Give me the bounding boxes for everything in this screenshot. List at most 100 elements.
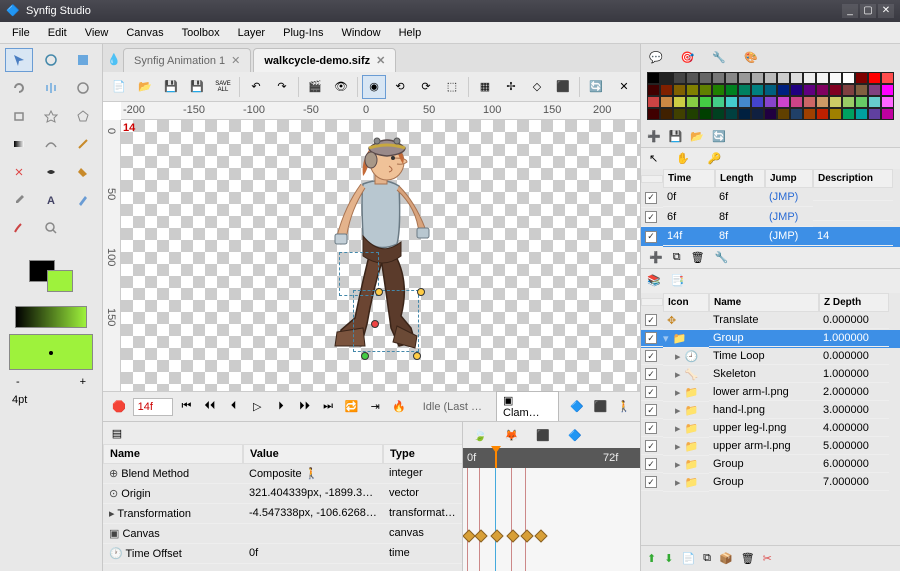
window-maximize-button[interactable]: ▢ (860, 4, 876, 18)
palette-swatch[interactable] (764, 72, 777, 84)
palette-swatch[interactable] (881, 108, 894, 120)
gradient-swatch[interactable] (15, 306, 87, 328)
palette-swatch[interactable] (829, 108, 842, 120)
save-all-button[interactable]: SAVE ALL (211, 75, 235, 99)
record-icon[interactable]: 🛑 (109, 397, 129, 417)
palette-swatch[interactable] (686, 72, 699, 84)
close-icon[interactable]: ✕ (231, 54, 240, 67)
palette-tab-chat-icon[interactable]: 💬 (649, 51, 663, 64)
tool-scale[interactable] (69, 48, 97, 72)
layer-row[interactable]: ▸📁upper leg-l.png4.000000 (641, 420, 900, 438)
expand-icon[interactable]: ▸ (675, 422, 681, 435)
future-onion-button[interactable]: ⟳ (414, 75, 438, 99)
palette-swatch[interactable] (790, 108, 803, 120)
palette-swatch[interactable] (738, 96, 751, 108)
tab-synfig-animation-1[interactable]: Synfig Animation 1 ✕ (123, 48, 251, 72)
layer-visibility-checkbox[interactable] (645, 458, 657, 470)
tab-walkcycle-demo[interactable]: walkcycle-demo.sifz ✕ (253, 48, 396, 72)
layer-row[interactable]: ▾📁Group1.000000 (641, 330, 900, 348)
palette-swatch[interactable] (699, 72, 712, 84)
selection-bbox-2[interactable] (339, 252, 379, 296)
keyframe-checkbox[interactable] (645, 192, 657, 204)
mode-button[interactable]: ⬛ (591, 397, 611, 417)
tool-width[interactable] (37, 160, 65, 184)
palette-swatch[interactable] (868, 108, 881, 120)
layer-row[interactable]: ▸📁hand-l.png3.000000 (641, 402, 900, 420)
window-close-button[interactable]: ✕ (878, 4, 894, 18)
tl-tab-nav-icon[interactable]: ⬛ (536, 429, 550, 442)
tool-text[interactable]: A (37, 188, 65, 212)
expand-icon[interactable]: ▸ (675, 458, 681, 471)
seek-start-button[interactable]: ⏮ (177, 397, 197, 417)
timeline-ruler[interactable]: 0f 72f (463, 448, 640, 468)
palette-swatch[interactable] (712, 96, 725, 108)
palette-swatch[interactable] (712, 108, 725, 120)
keyframe-row[interactable]: 14f8f(JMP)14 (641, 227, 900, 247)
palette-swatch[interactable] (699, 108, 712, 120)
expand-icon[interactable]: ▸ (675, 476, 681, 489)
palette-swatch[interactable] (673, 96, 686, 108)
tool-zoom[interactable] (37, 216, 65, 240)
palette-swatch[interactable] (712, 72, 725, 84)
palette-swatch[interactable] (803, 84, 816, 96)
palette-swatch[interactable] (881, 84, 894, 96)
palette-swatch[interactable] (881, 72, 894, 84)
preview-button[interactable]: 👁 (329, 75, 353, 99)
show-grid-button[interactable]: ▦ (473, 75, 497, 99)
keyframe-row[interactable]: 0f6f(JMP) (641, 188, 900, 208)
nav-button[interactable]: ⬛ (551, 75, 575, 99)
palette-swatch[interactable] (725, 84, 738, 96)
kf-remove-button[interactable]: 🗑 (691, 251, 705, 264)
tool-fill[interactable] (69, 160, 97, 184)
palette-swatch[interactable] (855, 96, 868, 108)
palette-swatch[interactable] (660, 108, 673, 120)
sets-tab-icon[interactable]: 📑 (671, 274, 685, 287)
expand-icon[interactable]: ▸ (675, 368, 681, 381)
palette-swatch[interactable] (764, 108, 777, 120)
menu-plugins[interactable]: Plug-Ins (275, 25, 331, 41)
tool-circle[interactable] (69, 76, 97, 100)
next-frame-button[interactable]: ⏵ (271, 397, 291, 417)
layer-row[interactable]: ▸📁lower arm-l.png2.000000 (641, 384, 900, 402)
palette-save-button[interactable]: 💾 (669, 130, 683, 143)
origin-gizmo[interactable] (361, 352, 369, 360)
layer-dup-button[interactable]: ⧉ (703, 552, 711, 565)
palette-swatch[interactable] (647, 72, 660, 84)
palette-swatch[interactable] (673, 84, 686, 96)
layer-row[interactable]: ▸📁upper arm-l.png5.000000 (641, 438, 900, 456)
layer-visibility-checkbox[interactable] (645, 476, 657, 488)
next-keyframe-button[interactable]: ⏵⏵ (295, 397, 315, 417)
kf-col-desc[interactable]: Description (813, 169, 893, 188)
selection-bbox[interactable] (353, 290, 419, 352)
handle-gizmo[interactable] (417, 288, 425, 296)
palette-default-button[interactable]: 🔄 (712, 130, 726, 143)
layer-row[interactable]: ▸📁Group6.000000 (641, 456, 900, 474)
palette-swatch[interactable] (855, 108, 868, 120)
tool-gradient[interactable] (5, 132, 33, 156)
palette-swatch[interactable] (738, 108, 751, 120)
layer-delete-button[interactable]: 🗑 (741, 552, 755, 565)
palette-swatch[interactable] (699, 84, 712, 96)
palette-swatch[interactable] (777, 108, 790, 120)
layer-visibility-checkbox[interactable] (645, 440, 657, 452)
close-icon[interactable]: ✕ (376, 54, 385, 67)
layer-col-name[interactable]: Name (709, 293, 819, 312)
layer-col-z[interactable]: Z Depth (819, 293, 889, 312)
menu-help[interactable]: Help (391, 25, 430, 41)
palette-swatch[interactable] (829, 84, 842, 96)
kf-hand-icon[interactable]: ✋ (676, 152, 690, 165)
undo-button[interactable]: ↶ (244, 75, 268, 99)
expand-icon[interactable]: ▸ (675, 350, 681, 363)
tool-star[interactable] (37, 104, 65, 128)
palette-swatch[interactable] (647, 84, 660, 96)
prev-keyframe-button[interactable]: ⏴⏴ (200, 397, 220, 417)
keyframe-track[interactable] (463, 520, 723, 550)
tool-smooth-move[interactable] (37, 48, 65, 72)
palette-tab-palette-icon[interactable]: 🎨 (744, 51, 758, 64)
palette-swatch[interactable] (764, 96, 777, 108)
col-type[interactable]: Type (383, 444, 462, 464)
tool-sketch[interactable] (69, 188, 97, 212)
save-button[interactable]: 💾 (159, 75, 183, 99)
keyframe-checkbox[interactable] (645, 231, 657, 243)
palette-tab-tool-icon[interactable]: 🔧 (712, 51, 726, 64)
